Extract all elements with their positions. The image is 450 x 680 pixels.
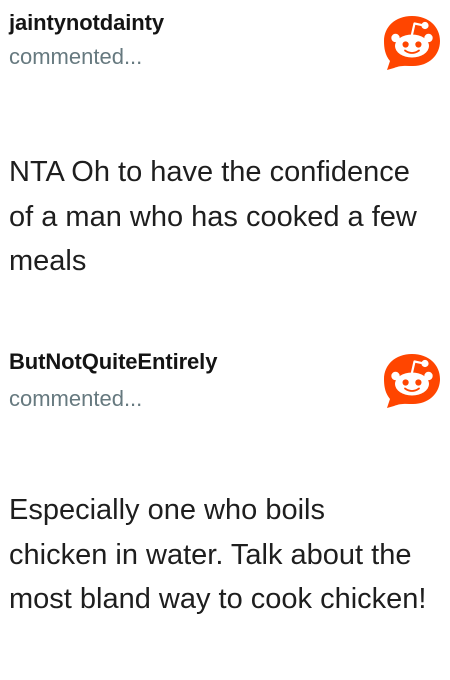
comment-header: ButNotQuiteEntirely commented... (0, 340, 450, 420)
comment-author[interactable]: ButNotQuiteEntirely (9, 349, 217, 375)
comment-header: jaintynotdainty commented... (0, 0, 450, 80)
comment-action-label: commented... (9, 44, 143, 69)
comment-author[interactable]: jaintynotdainty (9, 10, 164, 36)
reddit-snoo-icon (382, 12, 442, 72)
comment-action-label: commented... (9, 386, 143, 411)
comment-body: Especially one who boils chicken in wate… (9, 494, 427, 615)
reddit-snoo-icon (382, 350, 442, 410)
comment: ButNotQuiteEntirely commented... Especia… (0, 340, 450, 680)
comment-body: NTA Oh to have the confidence of a man w… (9, 156, 417, 277)
comment: jaintynotdainty commented... NTA Oh to h… (0, 0, 450, 340)
